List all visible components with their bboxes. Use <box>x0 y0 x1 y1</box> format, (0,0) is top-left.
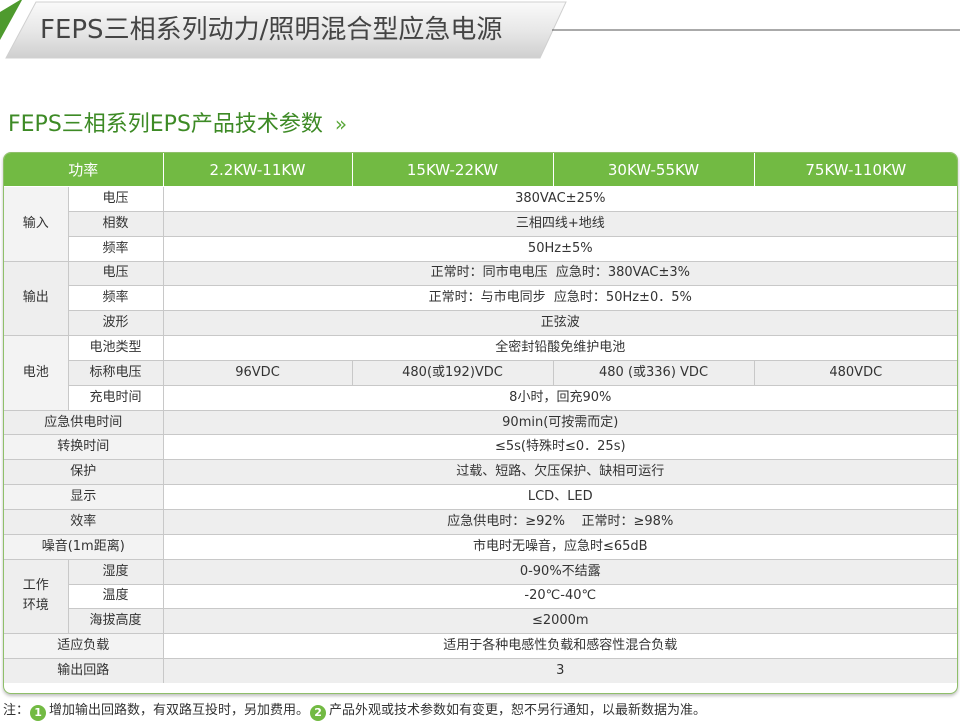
table-row: 转换时间 ≤5s(特殊时≤0．25s) <box>4 434 957 461</box>
row-value: 全密封铅酸免维护电池 <box>162 335 957 361</box>
row-label: 温度 <box>68 583 164 610</box>
row-label: 保护 <box>4 459 164 486</box>
table-row: 频率 正常时：与市电同步 应急时：50Hz±0．5% <box>4 285 957 312</box>
table-row: 输出 电压 正常时：同市电电压 应急时：380VAC±3% <box>4 260 957 337</box>
row-label: 转换时间 <box>4 434 164 461</box>
row-label: 海拔高度 <box>68 608 164 635</box>
header-range-3: 30KW-55KW <box>552 153 755 187</box>
header-range-2: 15KW-22KW <box>351 153 554 187</box>
table-row: 输出回路 3 <box>4 658 957 683</box>
row-value: 正常时：与市电同步 应急时：50Hz±0．5% <box>162 285 957 312</box>
section-title-text: FEPS三相系列EPS产品技术参数 <box>8 112 323 137</box>
footnote-text-2: 产品外观或技术参数如有变更，恕不另行通知，以最新数据为准。 <box>329 703 707 718</box>
row-value: 96VDC <box>162 359 353 386</box>
row-label: 频率 <box>68 285 164 312</box>
table-row: 噪音(1m距离) 市电时无噪音，应急时≤65dB <box>4 533 957 560</box>
footnote-prefix: 注： <box>3 703 30 718</box>
row-label: 电池类型 <box>67 335 164 361</box>
row-value: 0-90%不结露 <box>162 558 957 585</box>
row-label: 电压 <box>67 186 164 212</box>
row-label: 输出回路 <box>4 658 164 683</box>
note-number-1: 1 <box>30 705 47 721</box>
table-row: 工作环境 湿度 0-90%不结露 <box>4 558 957 635</box>
row-value: 480VDC <box>753 359 957 386</box>
row-label: 应急供电时间 <box>4 409 164 436</box>
row-value: 8小时，回充90% <box>162 384 957 411</box>
section-title: FEPS三相系列EPS产品技术参数 » <box>8 107 347 141</box>
row-label: 适应负载 <box>4 633 164 660</box>
table-row: 频率 50Hz±5% <box>4 235 957 262</box>
double-chevron-icon: » <box>334 112 348 136</box>
header-power: 功率 <box>4 153 164 187</box>
row-value: -20℃-40℃ <box>162 583 957 610</box>
table-row: 标称电压 96VDC 480(或192)VDC 480 (或336) VDC 4… <box>4 359 957 386</box>
header-banner: FEPS三相系列动力/照明混合型应急电源 <box>0 0 960 60</box>
row-label: 波形 <box>68 310 164 337</box>
header-range-4: 75KW-110KW <box>753 153 957 187</box>
table-row: 充电时间 8小时，回充90% <box>4 384 957 411</box>
table-header-row: 功率 2.2KW-11KW 15KW-22KW 30KW-55KW 75KW-1… <box>4 153 957 187</box>
row-value: 480(或192)VDC <box>351 359 554 386</box>
row-label: 电压 <box>67 260 164 287</box>
table-row: 相数 三相四线+地线 <box>4 210 957 237</box>
row-value: 过载、短路、欠压保护、缺相可运行 <box>162 459 957 486</box>
row-label: 效率 <box>4 508 164 535</box>
row-value: ≤2000m <box>162 608 957 635</box>
row-value: 适用于各种电感性负载和感容性混合负载 <box>162 633 957 660</box>
table-row: 适应负载 适用于各种电感性负载和感容性混合负载 <box>4 633 957 660</box>
header-range-1: 2.2KW-11KW <box>162 153 353 187</box>
row-label: 频率 <box>68 235 164 262</box>
row-label: 充电时间 <box>68 384 164 411</box>
table-row: 显示 LCD、LED <box>4 484 957 510</box>
footnote-text-1: 增加输出回路数，有双路互投时，另加费用。 <box>49 703 310 718</box>
table-row: 温度 -20℃-40℃ <box>4 583 957 610</box>
spec-table: 功率 2.2KW-11KW 15KW-22KW 30KW-55KW 75KW-1… <box>4 153 957 683</box>
row-value: 380VAC±25% <box>162 186 957 212</box>
row-value: 3 <box>162 658 957 683</box>
table-row: 保护 过载、短路、欠压保护、缺相可运行 <box>4 459 957 486</box>
row-value: 正弦波 <box>162 310 957 337</box>
row-value: 50Hz±5% <box>162 235 957 262</box>
row-value: 正常时：同市电电压 应急时：380VAC±3% <box>162 260 957 287</box>
row-label: 显示 <box>4 484 164 510</box>
table-row: 应急供电时间 90min(可按需而定) <box>4 409 957 436</box>
row-value: 480 (或336) VDC <box>552 359 755 386</box>
row-label: 湿度 <box>67 558 164 585</box>
page-title: FEPS三相系列动力/照明混合型应急电源 <box>40 15 503 45</box>
footnote: 注： 1 增加输出回路数，有双路互投时，另加费用。 2 产品外观或技术参数如有变更，恕不… <box>3 701 706 721</box>
table-row: 效率 应急供电时：≥92% 正常时：≥98% <box>4 508 957 535</box>
note-number-2: 2 <box>310 705 327 721</box>
row-label: 标称电压 <box>68 359 164 386</box>
group-output: 输出 <box>4 260 69 337</box>
row-value: ≤5s(特殊时≤0．25s) <box>162 434 957 461</box>
table-row: 波形 正弦波 <box>4 310 957 337</box>
row-value: LCD、LED <box>162 484 957 510</box>
table-row: 电池 电池类型 全密封铅酸免维护电池 <box>4 335 957 411</box>
table-row: 海拔高度 ≤2000m <box>4 608 957 635</box>
row-label: 噪音(1m距离) <box>4 533 164 560</box>
row-value: 90min(可按需而定) <box>162 409 957 436</box>
row-label: 相数 <box>68 210 164 237</box>
group-battery: 电池 <box>4 335 69 411</box>
row-value: 应急供电时：≥92% 正常时：≥98% <box>162 508 957 535</box>
row-value: 三相四线+地线 <box>162 210 957 237</box>
table-row: 输入 电压 380VAC±25% <box>4 186 957 262</box>
row-value: 市电时无噪音，应急时≤65dB <box>162 533 957 560</box>
group-input: 输入 <box>4 186 69 262</box>
group-environment: 工作环境 <box>4 558 69 635</box>
spec-table-container: 功率 2.2KW-11KW 15KW-22KW 30KW-55KW 75KW-1… <box>3 152 958 694</box>
